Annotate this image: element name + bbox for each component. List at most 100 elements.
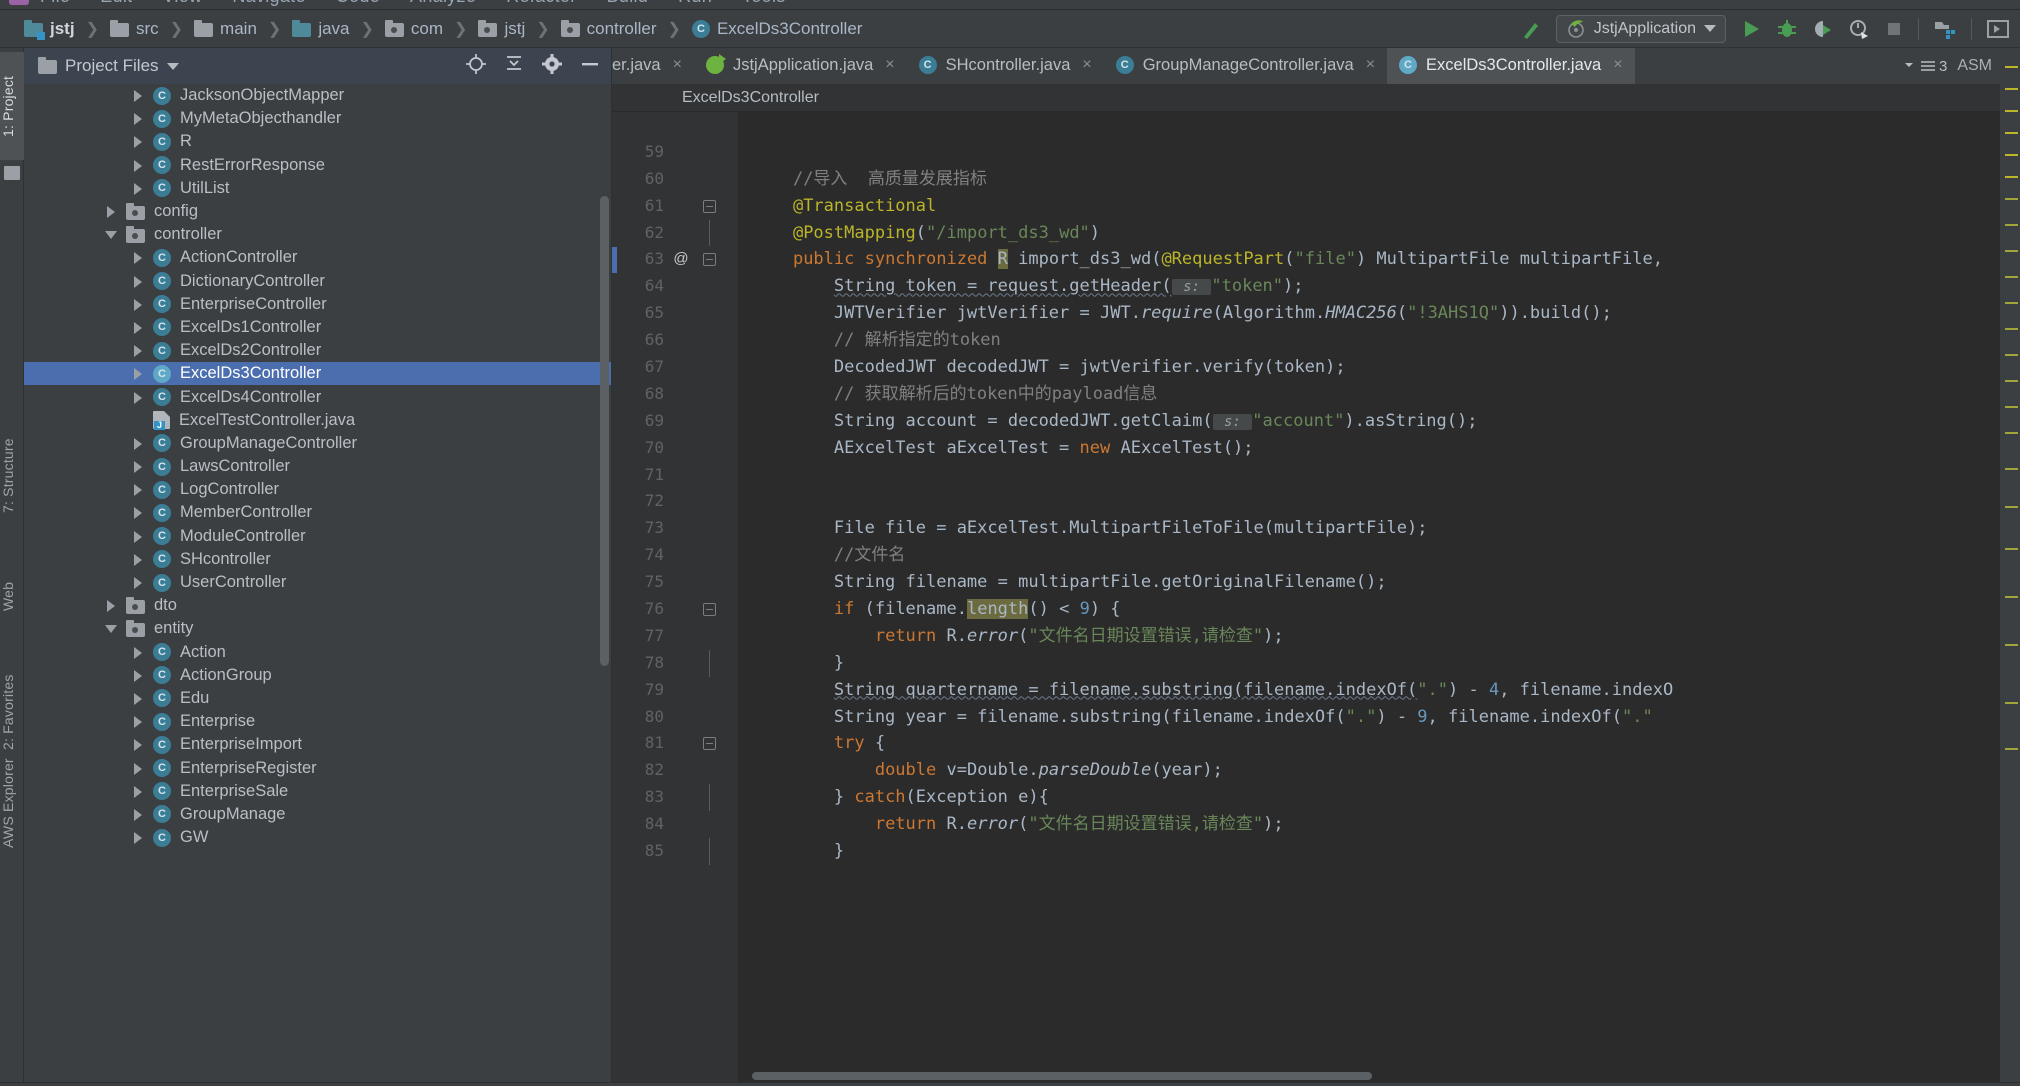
chevron-down-icon[interactable] [105,229,117,240]
code-fold-marker[interactable] [694,737,724,751]
project-structure-icon[interactable] [1933,18,1957,40]
code-fold-marker[interactable] [694,649,724,677]
marker-tick[interactable] [2005,506,2018,508]
code-line[interactable]: @PostMapping("/import_ds3_wd") [738,220,2000,247]
chevron-right-icon[interactable] [133,275,144,288]
tree-item-exceltestcontroller-java[interactable]: ExcelTestController.java [24,409,611,432]
editor-tab-shcontroller-java[interactable]: C SHcontroller.java × [907,48,1104,84]
tree-item-utillist[interactable]: C UtilList [24,177,611,200]
marker-tick[interactable] [2005,354,2018,356]
tree-item-r[interactable]: CR [24,130,611,153]
editor-code-text[interactable]: //导入 高质量发展指标 @Transactional @PostMapping… [738,112,2000,1082]
code-line[interactable]: String filename = multipartFile.getOrigi… [738,569,2000,596]
chevron-right-icon[interactable] [133,391,144,404]
tree-item-dictionarycontroller[interactable]: C DictionaryController [24,270,611,293]
editor-tab-strip[interactable]: er.java × JstjApplication.java × C SHcontroll… [612,48,2000,84]
chevron-right-icon[interactable] [133,298,144,311]
tree-item-enterprise[interactable]: C Enterprise [24,710,611,733]
code-line[interactable]: return R.error("文件名日期设置错误,请检查"); [738,623,2000,650]
tree-item-actioncontroller[interactable]: C ActionController [24,246,611,269]
marker-tick[interactable] [2005,548,2018,550]
chevron-right-icon[interactable] [133,159,144,172]
code-line[interactable]: // 获取解析后的token中的payload信息 [738,381,2000,408]
code-line[interactable]: } [738,650,2000,677]
tree-item-usercontroller[interactable]: C UserController [24,571,611,594]
code-fold-marker[interactable] [694,838,724,865]
hide-icon[interactable] [579,53,601,80]
breadcrumb-item-controller[interactable]: controller [559,19,659,39]
sidebar-item-structure[interactable]: 7: Structure [0,414,24,538]
menu-code[interactable]: Code [336,0,380,7]
run-with-coverage-icon[interactable] [1812,18,1834,40]
chevron-right-icon[interactable] [133,669,144,682]
chevron-right-icon[interactable] [133,368,144,381]
chevron-right-icon[interactable] [133,553,144,566]
sidebar-item-project[interactable]: 1: Project [0,52,24,160]
fold-toggle-icon[interactable] [702,737,716,751]
menu-items[interactable]: File Edit View Navigate Code Analyze Ref… [40,0,786,7]
tree-item-controller[interactable]: controller [24,223,611,246]
tree-item-modulecontroller[interactable]: C ModuleController [24,525,611,548]
tree-item-membercontroller[interactable]: C MemberController [24,501,611,524]
chevron-right-icon[interactable] [106,600,117,613]
chevron-right-icon[interactable] [133,484,144,497]
marker-tick[interactable] [2005,406,2018,408]
marker-tick[interactable] [2005,250,2018,252]
breadcrumb-item-com[interactable]: com [383,19,445,39]
code-line[interactable] [738,462,2000,489]
close-icon[interactable]: × [1613,56,1622,74]
chevron-right-icon[interactable] [133,252,144,265]
collapse-all-icon[interactable] [503,53,525,80]
chevron-right-icon[interactable] [133,692,144,705]
marker-tick[interactable] [2005,176,2018,178]
marker-tick[interactable] [2005,224,2018,226]
chevron-right-icon[interactable] [133,507,144,520]
fold-toggle-icon[interactable] [702,253,716,267]
project-tree[interactable]: C JacksonObjectMapper C MyMetaObjecthandler… [24,84,611,849]
editor-gutter[interactable]: 585960616263@646566676869707172737475767… [612,112,738,1082]
marker-tick[interactable] [2005,702,2018,704]
locate-icon[interactable] [465,53,487,80]
code-line[interactable]: double v=Double.parseDouble(year); [738,757,2000,784]
menu-bar[interactable]: File Edit View Navigate Code Analyze Ref… [0,0,2020,10]
tab-overflow-button[interactable]: 3 [1903,58,1947,75]
code-line[interactable]: if (filename.length() < 9) { [738,596,2000,623]
tree-item-enterpriseimport[interactable]: C EnterpriseImport [24,733,611,756]
asm-tool-label[interactable]: ASM [1957,57,1992,75]
tree-item-groupmanage[interactable]: C GroupManage [24,803,611,826]
menu-file[interactable]: File [40,0,70,7]
editor-tab-jstjapplication-java[interactable]: JstjApplication.java × [694,48,907,84]
tree-item-resterrorresponse[interactable]: C RestErrorResponse [24,154,611,177]
chevron-down-icon[interactable] [166,62,179,70]
breadcrumb-item-excelds3controller[interactable]: C ExcelDs3Controller [690,19,865,39]
chevron-right-icon[interactable] [133,437,144,450]
code-line[interactable] [738,139,2000,166]
code-line[interactable]: return R.error("文件名日期设置错误,请检查"); [738,811,2000,838]
chevron-right-icon[interactable] [133,832,144,845]
tree-item-excelds2controller[interactable]: C ExcelDs2Controller [24,339,611,362]
marker-tick[interactable] [2005,198,2018,200]
tree-item-edu[interactable]: C Edu [24,687,611,710]
chevron-right-icon[interactable] [133,808,144,821]
marker-tick[interactable] [2005,132,2018,134]
marker-tick[interactable] [2005,596,2018,598]
code-line[interactable]: //文件名 [738,542,2000,569]
run-configuration-selector[interactable]: JstjApplication [1555,14,1726,43]
tree-item-excelds3controller[interactable]: C ExcelDs3Controller [24,362,611,386]
tree-item-gw[interactable]: C GW [24,826,611,849]
chevron-right-icon[interactable] [133,530,144,543]
marker-tick[interactable] [2005,154,2018,156]
marker-tick[interactable] [2005,644,2018,646]
marker-tick[interactable] [2005,88,2018,90]
code-line[interactable]: @Transactional [738,193,2000,220]
tree-item-groupmanagecontroller[interactable]: C GroupManageController [24,432,611,455]
menu-run[interactable]: Run [678,0,712,7]
code-line[interactable]: String year = filename.substring(filenam… [738,704,2000,731]
breadcrumb-item-jstj-package[interactable]: jstj [476,19,527,39]
tree-item-action[interactable]: C Action [24,641,611,664]
chevron-right-icon[interactable] [133,739,144,752]
marker-tick[interactable] [2005,66,2018,68]
tree-item-excelds1controller[interactable]: C ExcelDs1Controller [24,316,611,339]
breadcrumb-item-main[interactable]: main [192,19,259,39]
code-fold-marker[interactable] [694,199,724,213]
